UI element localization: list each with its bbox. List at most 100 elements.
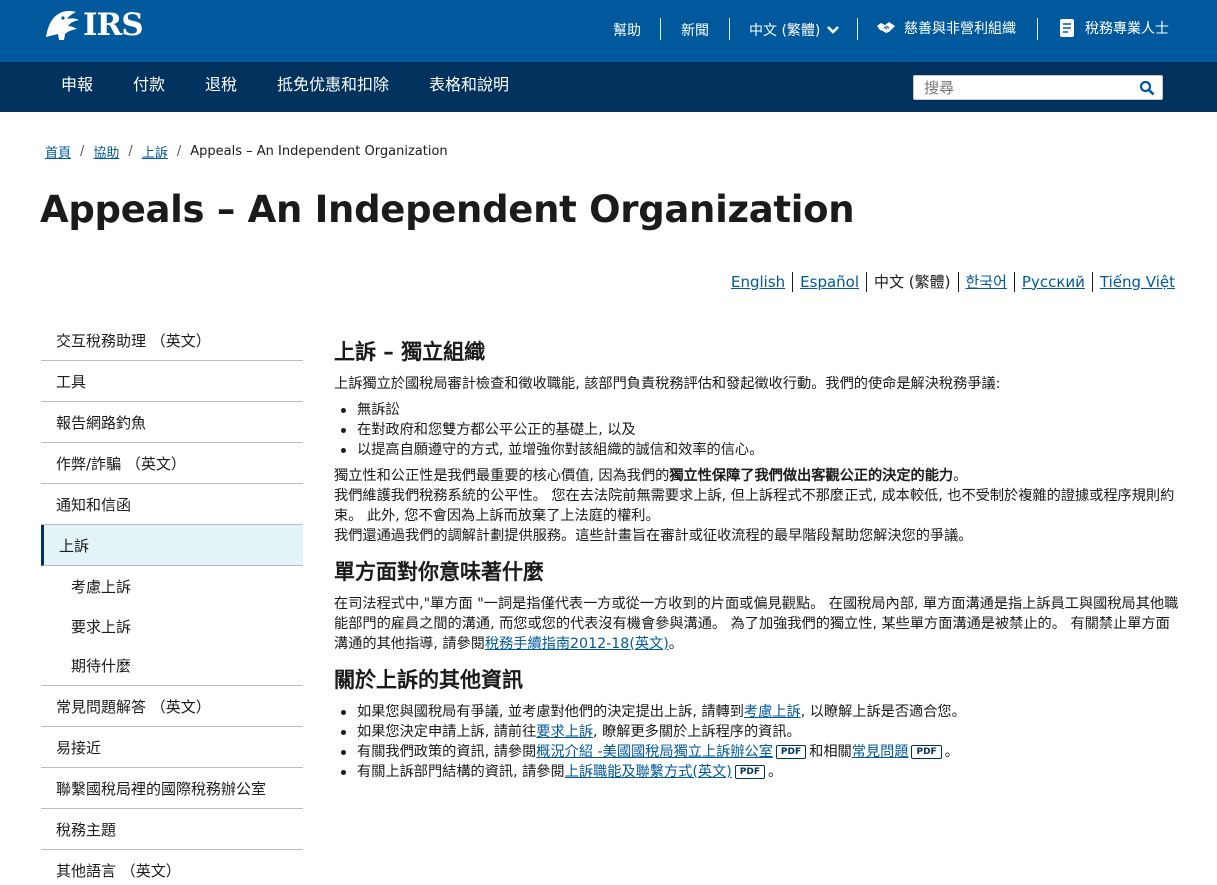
divider: [857, 18, 858, 40]
nav-credits-deductions[interactable]: 抵免优惠和扣除: [277, 62, 389, 112]
mediation-paragraph: 我們還通過我們的調解計劃提供服務。這些計畫旨在審計或征收流程的最早階段幫助您解決…: [334, 528, 973, 544]
list-item: 以提高自願遵守的方式, 並增強你對該組織的誠信和效率的信心。: [334, 440, 1180, 460]
divider: [866, 271, 868, 292]
sidebar-subitem-request-appeal[interactable]: 要求上訴: [41, 606, 303, 646]
pdf-badge: PDF: [734, 765, 766, 779]
sidebar-item-interactive-tax-assistant[interactable]: 交互稅務助理 （英文）: [41, 320, 303, 361]
text-span: 。: [668, 636, 683, 652]
tax-pros-link[interactable]: 稅務專業人士: [1057, 18, 1169, 38]
breadcrumb-separator: /: [80, 144, 85, 159]
nav-file[interactable]: 申報: [61, 62, 93, 112]
divider: [1037, 18, 1038, 40]
sidebar-item-appeals[interactable]: 上訴: [41, 525, 303, 566]
eagle-icon: [46, 10, 79, 40]
rev-proc-link[interactable]: 稅務手續指南2012-18: [485, 636, 629, 652]
search-box: [913, 75, 1163, 100]
lang-english[interactable]: English: [731, 273, 785, 291]
search-icon[interactable]: [1139, 80, 1155, 96]
fairness-paragraph: 我們維護我們稅務系統的公平性。 您在去法院前無需要求上訴, 但上訴程式不那麼正式…: [334, 488, 1175, 524]
text-span: 。: [953, 468, 968, 484]
list-item: 無訴訟: [334, 400, 1180, 420]
search-input[interactable]: [924, 77, 1134, 98]
document-icon: [1060, 19, 1074, 37]
text-span: , 瞭解更多關於上訴程序的資訊。: [593, 724, 801, 740]
sidebar-item-report-phishing[interactable]: 報告網路釣魚: [41, 402, 303, 443]
site-header: IRS 幫助 新聞 中文 (繁體) 慈善與非營利組織 稅務專業人士: [0, 0, 1217, 62]
lang-russian[interactable]: Русский: [1022, 273, 1085, 291]
sidebar-item-accessibility[interactable]: 易接近: [41, 727, 303, 768]
section-heading: 單方面對你意味著什麼: [334, 560, 544, 584]
mission-list: 無訴訟 在對政府和您雙方都公平公正的基礎上, 以及 以提高自願遵守的方式, 並增…: [334, 400, 1180, 460]
section-heading: 上訴 – 獨立組織: [334, 340, 486, 364]
irs-logo[interactable]: IRS: [42, 7, 144, 43]
divider: [729, 18, 730, 40]
sidebar-item-notices-letters[interactable]: 通知和信函: [41, 484, 303, 525]
bold-text: 獨立性保障了我們做出客觀公正的決定的能力: [669, 468, 954, 484]
text-span: 有關我們政策的資訊, 請參閱: [357, 744, 537, 760]
list-item: 有關上訴部門結構的資訊, 請參閱上訴職能及聯繫方式(英文) PDF。: [334, 762, 1180, 782]
breadcrumb-current: Appeals – An Independent Organization: [190, 144, 448, 159]
fact-sheet-link[interactable]: 概況介紹 -美國國稅局獨立上訴辦公室: [536, 744, 773, 760]
section-heading: 關於上訴的其他資訊: [334, 668, 523, 692]
help-link[interactable]: 幫助: [613, 20, 641, 40]
text-span: 有關上訴部門結構的資訊, 請參閱: [357, 764, 565, 780]
text-span: 獨立性和公正性是我們最重要的核心價值, 因為我們的: [334, 468, 670, 484]
divider: [1013, 271, 1015, 292]
breadcrumb-separator: /: [128, 144, 133, 159]
lang-spanish[interactable]: Español: [800, 273, 859, 291]
tax-pros-label: 稅務專業人士: [1085, 21, 1169, 37]
divider: [660, 18, 661, 40]
sidebar-item-other-languages[interactable]: 其他語言 （英文）: [41, 850, 303, 885]
sidebar-item-tools[interactable]: 工具: [41, 361, 303, 402]
language-dropdown[interactable]: 中文 (繁體): [749, 20, 840, 40]
breadcrumb-help[interactable]: 協助: [93, 142, 119, 161]
sidebar-subitem-what-to-expect[interactable]: 期待什麼: [41, 646, 303, 686]
text-span: 。: [768, 764, 783, 780]
intro-paragraph: 上訴獨立於國稅局審計檢查和徵收職能, 該部門負責稅務評估和發起徵收行動。我們的使…: [334, 376, 1001, 392]
logo-text: IRS: [83, 7, 144, 43]
pdf-badge: PDF: [911, 745, 942, 759]
nav-forms-instructions[interactable]: 表格和說明: [429, 62, 509, 112]
list-item: 有關我們政策的資訊, 請參閱概況介紹 -美國國稅局獨立上訴辦公室 PDF 和相關常見…: [334, 742, 1180, 762]
handshake-icon: [877, 22, 895, 33]
faq-link[interactable]: 常見問題: [852, 744, 909, 760]
text-span: , 以瞭解上訴是否適合您。: [800, 704, 966, 720]
list-item: 如果您決定申請上訴, 請前往要求上訴, 瞭解更多關於上訴程序的資訊。: [334, 722, 1180, 742]
english-link[interactable]: (英文): [629, 636, 668, 652]
language-label: 中文 (繁體): [749, 23, 821, 39]
considering-appeal-link[interactable]: 考慮上訴: [744, 704, 801, 720]
chevron-down-icon: [827, 26, 840, 34]
sidebar-item-fraud-scams[interactable]: 作弊/詐騙 （英文）: [41, 443, 303, 484]
breadcrumb-home[interactable]: 首頁: [45, 142, 71, 161]
text-span: 如果您與國稅局有爭議, 並考慮對他們的決定提出上訴, 請轉到: [357, 704, 744, 720]
lang-korean[interactable]: 한국어: [966, 271, 1007, 292]
charities-link[interactable]: 慈善與非營利組織: [876, 18, 1016, 38]
text-span: 在司法程式中,"單方面 "一詞是指僅代表一方或從一方收到的片面或偏見觀點。 在國…: [334, 596, 1179, 652]
request-appeal-link[interactable]: 要求上訴: [536, 724, 593, 740]
ex-parte-paragraph: 在司法程式中,"單方面 "一詞是指僅代表一方或從一方收到的片面或偏見觀點。 在國…: [334, 594, 1180, 654]
divider: [957, 271, 959, 292]
breadcrumb-appeals[interactable]: 上訴: [142, 142, 168, 161]
nav-pay[interactable]: 付款: [133, 62, 165, 112]
sidebar-item-international-taxpayers[interactable]: 聯繫國稅局裡的國際稅務辦公室: [41, 768, 303, 809]
sidebar-item-faqs[interactable]: 常見問題解答 （英文）: [41, 686, 303, 727]
breadcrumb-separator: /: [176, 144, 182, 159]
nav-refunds[interactable]: 退稅: [205, 62, 237, 112]
appeals-contacts-link[interactable]: 上訴職能及聯繫方式(英文): [565, 764, 732, 780]
main-content: 上訴 – 獨立組織 上訴獨立於國稅局審計檢查和徵收職能, 該部門負責稅務評估和發…: [334, 338, 1180, 788]
independence-paragraph: 獨立性和公正性是我們最重要的核心價值, 因為我們的獨立性保障了我們做出客觀公正的…: [334, 466, 1180, 486]
news-link[interactable]: 新聞: [681, 20, 709, 40]
charities-label: 慈善與非營利組織: [904, 21, 1016, 37]
lang-vietnamese[interactable]: Tiếng Việt: [1100, 273, 1175, 291]
page-title: Appeals – An Independent Organization: [40, 188, 855, 231]
divider: [792, 271, 794, 292]
sidebar-nav: 交互稅務助理 （英文） 工具 報告網路釣魚 作弊/詐騙 （英文） 通知和信函 上…: [41, 320, 303, 885]
lang-chinese-traditional: 中文 (繁體): [874, 273, 951, 291]
sidebar-item-tax-topics[interactable]: 稅務主題: [41, 809, 303, 850]
language-selector: English Español 中文 (繁體) 한국어 Русский Tiến…: [731, 271, 1175, 292]
text-span: 。: [944, 744, 959, 760]
sidebar-subitem-considering-appeal[interactable]: 考慮上訴: [41, 566, 303, 606]
text-span: 和相關: [809, 744, 852, 760]
list-item: 在對政府和您雙方都公平公正的基礎上, 以及: [334, 420, 1180, 440]
other-info-list: 如果您與國稅局有爭議, 並考慮對他們的決定提出上訴, 請轉到考慮上訴, 以瞭解上…: [334, 702, 1180, 782]
